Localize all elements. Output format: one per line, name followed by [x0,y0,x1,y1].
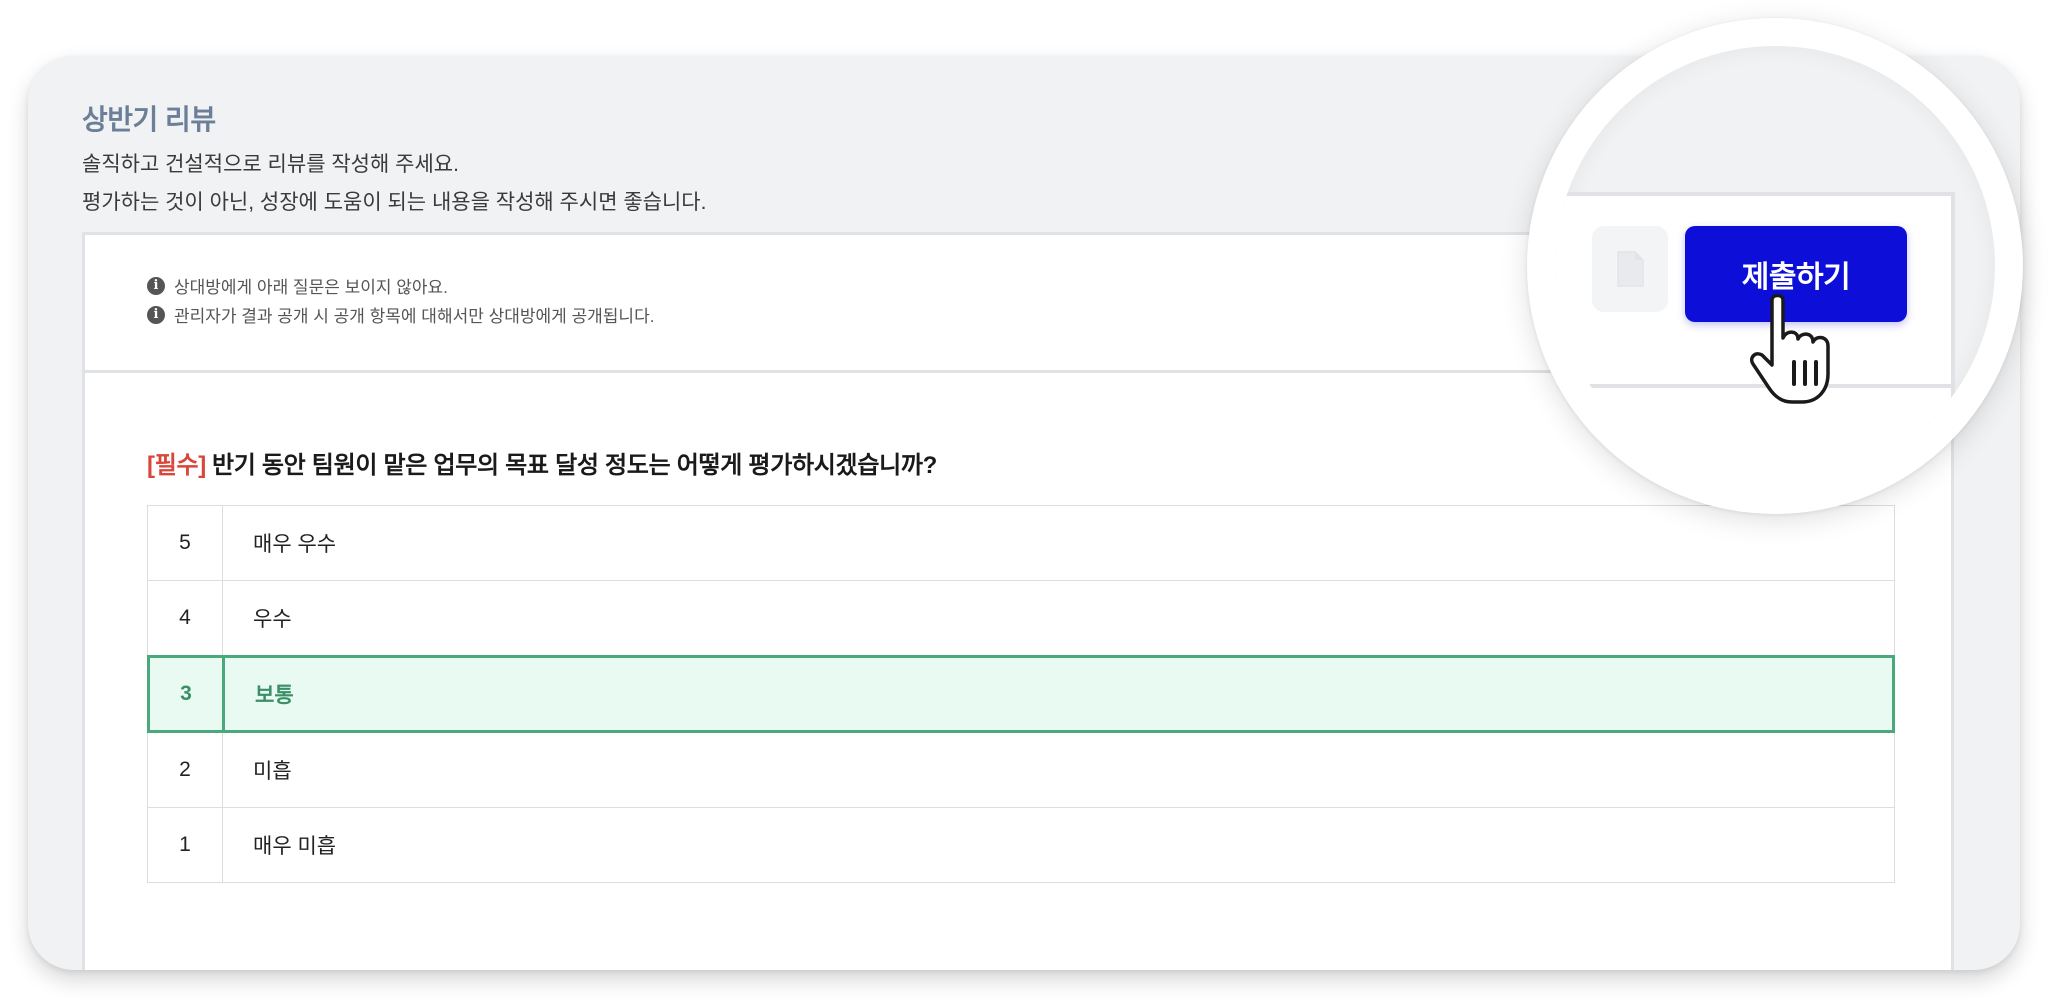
option-label: 매우 우수 [253,533,337,556]
required-tag: [필수] [147,452,206,479]
option-score: 5 [148,506,223,580]
review-description-line1: 솔직하고 건설적으로 리뷰를 작성해 주세요. [82,153,459,176]
review-title: 상반기 리뷰 [82,104,216,135]
rating-option-2[interactable]: 2 미흡 [148,733,1894,808]
option-score: 4 [148,581,223,655]
question-title: [필수] 반기 동안 팀원이 맡은 업무의 목표 달성 정도는 어떻게 평가하시겠… [147,445,937,480]
option-label: 우수 [253,608,292,631]
magnifier-callout: 제출하기 [1527,18,2023,514]
review-description-line2: 평가하는 것이 아닌, 성장에 도움이 되는 내용을 작성해 주시면 좋습니다. [82,191,707,214]
notice-text: 상대방에게 아래 질문은 보이지 않아요. [174,278,448,297]
rating-option-5[interactable]: 5 매우 우수 [148,506,1894,581]
draft-button[interactable] [1592,226,1668,312]
notice-item: i 상대방에게 아래 질문은 보이지 않아요. [147,273,448,298]
rating-option-4[interactable]: 4 우수 [148,581,1894,656]
option-score: 1 [148,808,223,882]
rating-option-1[interactable]: 1 매우 미흡 [148,808,1894,883]
option-label: 미흡 [253,760,292,783]
rating-option-3[interactable]: 3 보통 [147,655,1895,733]
magnifier-lens: 제출하기 [1555,46,1995,486]
option-label: 보통 [255,684,294,707]
info-icon: i [147,276,165,295]
rating-options: 5 매우 우수 4 우수 3 보통 2 미흡 1 매우 미흡 [147,505,1895,883]
notice-item: i 관리자가 결과 공개 시 공개 항목에 대해서만 상대방에게 공개됩니다. [147,302,654,327]
info-icon: i [147,305,165,324]
question-text: 반기 동안 팀원이 맡은 업무의 목표 달성 정도는 어떻게 평가하시겠습니까? [211,452,938,479]
option-score: 2 [148,733,223,807]
hand-pointer-icon [1749,293,1830,404]
document-icon [1617,251,1644,287]
option-label: 매우 미흡 [253,835,337,858]
notice-text: 관리자가 결과 공개 시 공개 항목에 대해서만 상대방에게 공개됩니다. [174,307,655,326]
option-score: 3 [150,658,225,730]
